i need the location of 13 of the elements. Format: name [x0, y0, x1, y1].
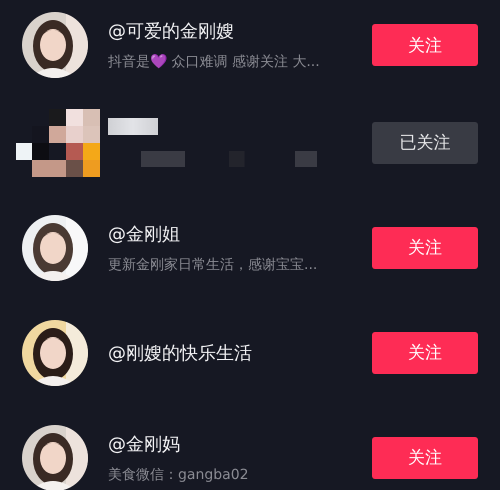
- blurred-name: [108, 118, 158, 135]
- following-button[interactable]: 已关注: [372, 122, 478, 164]
- username[interactable]: @金刚妈: [108, 432, 372, 456]
- follow-button[interactable]: 关注: [372, 332, 478, 374]
- username[interactable]: @可爱的金刚嫂: [108, 19, 372, 43]
- user-bio: 美食微信：gangba02: [108, 466, 250, 484]
- follow-button[interactable]: 关注: [372, 436, 478, 478]
- username[interactable]: @刚嫂的快乐生活: [108, 340, 372, 364]
- follow-button[interactable]: 关注: [372, 24, 478, 66]
- user-bio: 更新金刚家日常生活，感谢宝宝...: [108, 256, 318, 274]
- username[interactable]: @金刚姐: [108, 222, 372, 246]
- user-bio: 抖音是💜 众口难调 感谢关注 大...: [108, 53, 321, 71]
- follow-button[interactable]: 关注: [372, 226, 478, 268]
